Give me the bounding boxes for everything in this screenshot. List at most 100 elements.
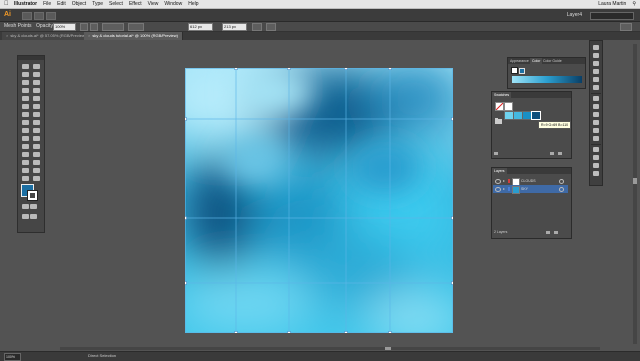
x-coordinate-field[interactable]: 612 px bbox=[188, 23, 213, 31]
selection-tool-icon[interactable] bbox=[22, 64, 29, 69]
color-spectrum-bar[interactable] bbox=[512, 76, 582, 83]
color-swatch[interactable] bbox=[531, 111, 541, 120]
swatch-none[interactable] bbox=[495, 102, 504, 111]
menu-view[interactable]: View bbox=[148, 0, 159, 8]
print-tiling-tool-icon[interactable] bbox=[33, 176, 40, 181]
blend-tool-icon[interactable] bbox=[22, 152, 29, 157]
libraries-icon[interactable] bbox=[593, 45, 599, 50]
bridge-icon[interactable] bbox=[22, 12, 32, 20]
menu-help[interactable]: Help bbox=[188, 0, 198, 8]
align-icon[interactable] bbox=[80, 23, 88, 31]
eye-icon[interactable] bbox=[495, 179, 501, 184]
vertical-scrollbar[interactable] bbox=[633, 44, 637, 344]
tab-document-2[interactable]: × sky & clouds tutorial.ai* @ 100% (RGB/P… bbox=[84, 32, 183, 40]
eraser-tool-icon[interactable] bbox=[22, 112, 29, 117]
menu-object[interactable]: Object bbox=[72, 0, 86, 8]
graph-tool-icon[interactable] bbox=[22, 160, 29, 165]
stroke-icon[interactable] bbox=[593, 112, 599, 117]
view-options-icon[interactable] bbox=[46, 12, 56, 20]
mesh-tool-icon[interactable] bbox=[33, 136, 40, 141]
gradient-tool-icon[interactable] bbox=[22, 144, 29, 149]
gradient-mesh[interactable] bbox=[185, 68, 453, 333]
tools-panel-grip[interactable] bbox=[18, 56, 44, 60]
pen-tool-icon[interactable] bbox=[22, 80, 29, 85]
panel-stroke-swatch[interactable] bbox=[519, 68, 525, 74]
transform-button[interactable] bbox=[128, 23, 144, 31]
arrange-documents-icon[interactable] bbox=[34, 12, 44, 20]
horizontal-scrollbar[interactable] bbox=[60, 347, 600, 350]
line-tool-icon[interactable] bbox=[33, 88, 40, 93]
tab-color-guide[interactable]: Color Guide bbox=[541, 58, 564, 64]
shaper-tool-icon[interactable] bbox=[33, 104, 40, 109]
curvature-tool-icon[interactable] bbox=[33, 80, 40, 85]
menu-illustrator[interactable]: Illustrator bbox=[14, 0, 37, 8]
constrain-icon[interactable] bbox=[252, 23, 262, 31]
workspace-switcher[interactable]: Layer4 bbox=[567, 11, 582, 19]
menu-window[interactable]: Window bbox=[164, 0, 182, 8]
new-layer-icon[interactable] bbox=[546, 231, 550, 234]
symbols-icon[interactable] bbox=[593, 96, 599, 101]
recolor-button[interactable] bbox=[102, 23, 124, 31]
swatches-icon[interactable] bbox=[593, 77, 599, 82]
search-field[interactable] bbox=[590, 12, 634, 20]
hand-tool-icon[interactable] bbox=[33, 168, 40, 173]
mesh-options-icon[interactable] bbox=[90, 23, 98, 31]
align-panel-icon[interactable] bbox=[593, 147, 599, 152]
target-icon[interactable] bbox=[559, 187, 564, 192]
y-coordinate-field[interactable]: 213 px bbox=[222, 23, 247, 31]
panel-fill-swatch[interactable] bbox=[511, 67, 518, 74]
menu-file[interactable]: File bbox=[43, 0, 51, 8]
pathfinder-icon[interactable] bbox=[593, 155, 599, 160]
chevron-right-icon[interactable]: ▸ bbox=[503, 177, 505, 185]
delete-swatch-icon[interactable] bbox=[558, 152, 562, 155]
draw-normal-icon[interactable] bbox=[22, 204, 29, 209]
rotate-tool-icon[interactable] bbox=[33, 112, 40, 117]
free-transform-tool-icon[interactable] bbox=[22, 128, 29, 133]
symbol-sprayer-tool-icon[interactable] bbox=[33, 152, 40, 157]
panel-menu-icon[interactable] bbox=[620, 23, 632, 31]
layer-row-clouds[interactable]: ▸ CLOUDS bbox=[493, 177, 568, 186]
close-tab-icon[interactable]: × bbox=[6, 33, 8, 38]
artboard-tool-icon[interactable] bbox=[33, 160, 40, 165]
gradient-icon[interactable] bbox=[593, 120, 599, 125]
chevron-right-icon[interactable]: ▸ bbox=[503, 185, 505, 193]
rectangle-tool-icon[interactable] bbox=[22, 96, 29, 101]
draw-behind-icon[interactable] bbox=[30, 204, 37, 209]
tab-appearance[interactable]: Appearance bbox=[508, 58, 531, 64]
shape-builder-tool-icon[interactable] bbox=[33, 128, 40, 133]
width-tool-icon[interactable] bbox=[33, 120, 40, 125]
slice-tool-icon[interactable] bbox=[22, 168, 29, 173]
menu-effect[interactable]: Effect bbox=[129, 0, 142, 8]
swatch-folder-icon[interactable] bbox=[495, 111, 502, 124]
transform-panel-icon[interactable] bbox=[593, 163, 599, 168]
color-icon[interactable] bbox=[593, 61, 599, 66]
appearance-icon[interactable] bbox=[593, 136, 599, 141]
lasso-tool-icon[interactable] bbox=[33, 72, 40, 77]
layer-row-sky[interactable]: ▸ SKY bbox=[493, 185, 568, 194]
properties-icon[interactable] bbox=[593, 53, 599, 58]
transform-options-icon[interactable] bbox=[266, 23, 276, 31]
change-screen-mode-icon[interactable] bbox=[30, 214, 37, 219]
stroke-color-swatch[interactable] bbox=[27, 190, 38, 201]
menu-edit[interactable]: Edit bbox=[57, 0, 66, 8]
pencil-tool-icon[interactable] bbox=[22, 104, 29, 109]
opacity-field[interactable]: 100% bbox=[53, 23, 76, 31]
graphic-styles-icon[interactable] bbox=[593, 104, 599, 109]
swatch-registration[interactable] bbox=[504, 102, 513, 111]
magic-wand-tool-icon[interactable] bbox=[22, 72, 29, 77]
layers-icon[interactable] bbox=[593, 171, 599, 176]
type-tool-icon[interactable] bbox=[22, 88, 29, 93]
screen-mode-icon[interactable] bbox=[22, 214, 29, 219]
delete-layer-icon[interactable] bbox=[554, 231, 558, 234]
zoom-tool-icon[interactable] bbox=[22, 176, 29, 181]
close-tab-icon[interactable]: × bbox=[88, 33, 90, 38]
tab-document-1[interactable]: × sky & clouds.ai* @ 57.05% (RGB/Preview) bbox=[2, 32, 92, 40]
color-guide-icon[interactable] bbox=[593, 69, 599, 74]
tab-swatches[interactable]: Swatches bbox=[492, 92, 512, 98]
perspective-grid-tool-icon[interactable] bbox=[22, 136, 29, 141]
transparency-icon[interactable] bbox=[593, 128, 599, 133]
swatch-libraries-icon[interactable] bbox=[494, 152, 498, 155]
tab-layers[interactable]: Layers bbox=[492, 168, 507, 174]
menu-type[interactable]: Type bbox=[92, 0, 103, 8]
user-name[interactable]: Laura Martin bbox=[598, 0, 626, 8]
